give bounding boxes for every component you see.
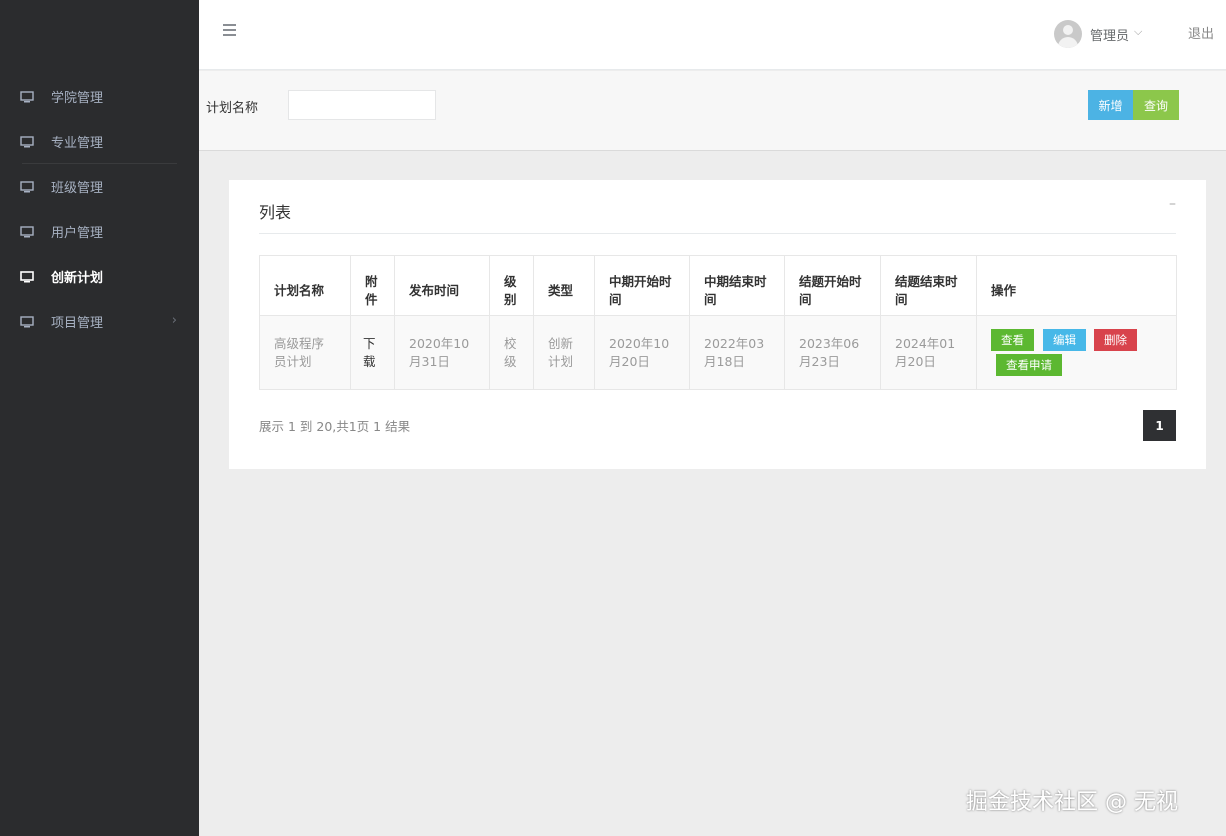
top-navbar: 管理员 ⌵ 退出 [199, 0, 1226, 70]
sidebar-item-project[interactable]: 项目管理 › [0, 299, 199, 344]
cell-publish-time: 2020年10月31日 [394, 315, 490, 390]
edit-button[interactable]: 编辑 [1043, 329, 1086, 351]
table-header-row: 计划名称 附件 发布时间 级别 类型 中期开始时间 中期结束时间 结题开始时间 … [259, 255, 1177, 316]
page-button-1[interactable]: 1 [1143, 410, 1176, 441]
sidebar-item-label: 项目管理 [51, 316, 104, 331]
sidebar-item-label: 创新计划 [51, 271, 104, 286]
cell-level: 校级 [489, 315, 534, 390]
sidebar-item-user[interactable]: 用户管理 [0, 209, 199, 254]
monitor-icon [20, 270, 34, 282]
column-header: 操作 [976, 255, 1177, 316]
column-header: 结题结束时间 [880, 255, 977, 316]
sidebar-item-class[interactable]: 班级管理 [0, 164, 199, 209]
sidebar-item-label: 用户管理 [51, 226, 104, 241]
sidebar-item-major[interactable]: 专业管理 [0, 119, 199, 164]
column-header: 类型 [533, 255, 595, 316]
column-header: 结题开始时间 [784, 255, 881, 316]
table-row: 高级程序员计划 下载 2020年10月31日 校级 创新计划 2020年10月2… [259, 315, 1177, 390]
chevron-down-icon[interactable]: ⌵ [1134, 25, 1142, 39]
pagination-info: 展示 1 到 20,共1页 1 结果 [259, 419, 411, 434]
sidebar-item-label: 专业管理 [51, 136, 104, 151]
panel-title: 列表 [259, 203, 292, 222]
monitor-icon [20, 90, 34, 102]
monitor-icon [20, 225, 34, 237]
sidebar-nav: 学院管理 专业管理 班级管理 用户管理 创新计划 项目管理 › [0, 74, 199, 344]
column-header: 中期结束时间 [689, 255, 785, 316]
sidebar-item-college[interactable]: 学院管理 [0, 74, 199, 119]
action-buttons: 查看 编辑 删除 查看申请 [991, 327, 1162, 378]
monitor-icon [20, 180, 34, 192]
view-button[interactable]: 查看 [991, 329, 1034, 351]
watermark: 掘金技术社区 @ 无视 [966, 790, 1178, 815]
column-header: 附件 [350, 255, 395, 316]
cell-mid-end: 2022年03月18日 [689, 315, 785, 390]
column-header: 级别 [489, 255, 534, 316]
logout-link[interactable]: 退出 [1188, 23, 1214, 42]
sidebar-item-label: 学院管理 [51, 91, 104, 106]
search-label: 计划名称 [206, 101, 259, 116]
column-header: 中期开始时间 [594, 255, 690, 316]
download-link[interactable]: 下载 [350, 315, 395, 390]
cell-mid-start: 2020年10月20日 [594, 315, 690, 390]
column-header: 计划名称 [259, 255, 351, 316]
monitor-icon [20, 135, 34, 147]
sidebar-item-label: 班级管理 [51, 181, 104, 196]
sidebar-item-innovation-plan[interactable]: 创新计划 [0, 254, 199, 299]
add-button[interactable]: 新增 [1088, 90, 1133, 120]
query-button[interactable]: 查询 [1133, 90, 1179, 120]
cell-plan-name: 高级程序员计划 [259, 315, 351, 390]
plan-name-input[interactable] [288, 90, 436, 120]
divider [259, 233, 1176, 234]
list-panel: 列表 – 计划名称 附件 发布时间 级别 类型 中期开始时间 中期结束时间 结题… [229, 180, 1206, 469]
view-application-button[interactable]: 查看申请 [996, 354, 1062, 376]
chevron-right-icon: › [171, 313, 177, 328]
plan-table: 计划名称 附件 发布时间 级别 类型 中期开始时间 中期结束时间 结题开始时间 … [259, 255, 1177, 390]
sidebar: 学院管理 专业管理 班级管理 用户管理 创新计划 项目管理 › [0, 0, 199, 836]
cell-final-end: 2024年01月20日 [880, 315, 977, 390]
delete-button[interactable]: 删除 [1094, 329, 1137, 351]
hamburger-icon[interactable] [223, 24, 239, 40]
user-menu[interactable]: 管理员 [1090, 25, 1129, 44]
collapse-icon[interactable]: – [1169, 196, 1176, 212]
column-header: 发布时间 [394, 255, 490, 316]
cell-final-start: 2023年06月23日 [784, 315, 881, 390]
avatar[interactable] [1054, 20, 1082, 48]
monitor-icon [20, 315, 34, 327]
search-bar: 计划名称 新增 查询 [199, 71, 1226, 151]
cell-type: 创新计划 [533, 315, 595, 390]
cell-actions: 查看 编辑 删除 查看申请 [976, 315, 1177, 390]
